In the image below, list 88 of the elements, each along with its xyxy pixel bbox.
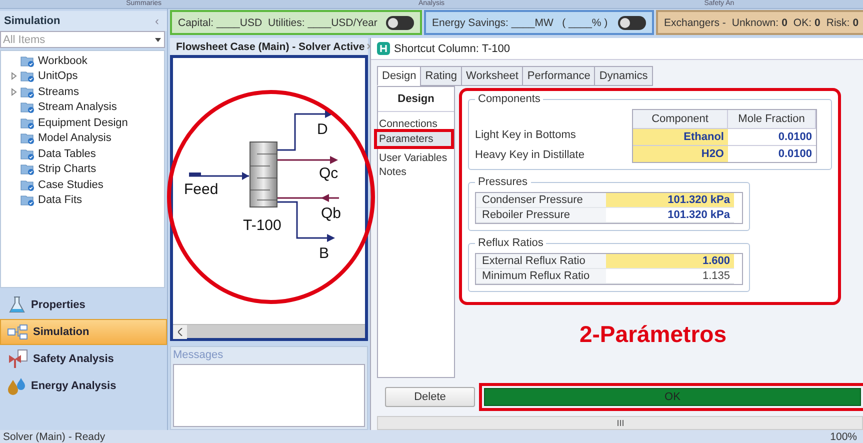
folder-icon: [20, 70, 35, 82]
tree-item[interactable]: Stream Analysis: [38, 101, 117, 114]
tree-item[interactable]: Data Fits: [38, 194, 82, 206]
table-cell[interactable]: H2O: [633, 145, 728, 162]
nav-item[interactable]: User Variables: [374, 149, 454, 163]
section-button[interactable]: Simulation: [0, 319, 167, 345]
folder-icon: [20, 86, 35, 98]
flask-icon: [7, 295, 27, 315]
folder-icon: [20, 54, 35, 67]
section-button[interactable]: Energy Analysis: [0, 373, 167, 399]
row-label: Condenser Pressure: [476, 193, 606, 208]
toggle-switch[interactable]: [618, 16, 646, 30]
unit-label: T-100: [243, 217, 282, 234]
column-header: Mole Fraction: [728, 110, 816, 128]
navigator-title: Simulation: [4, 15, 60, 27]
tree-item[interactable]: Model Analysis: [38, 132, 112, 144]
distillate-arrow: [277, 110, 333, 151]
group-title: Components: [477, 93, 542, 105]
tree-item[interactable]: UnitOps: [38, 70, 78, 82]
horizontal-scrollbar[interactable]: [173, 324, 365, 338]
folder-icon: [20, 194, 35, 206]
tree-item[interactable]: Workbook: [38, 54, 88, 67]
folder-icon: [20, 101, 35, 114]
nav-title: Design: [378, 91, 454, 112]
scroll-left-icon[interactable]: [178, 328, 182, 336]
folder-icon: [20, 148, 35, 160]
dialog-tab[interactable]: Worksheet: [461, 66, 524, 86]
flowchart-icon: [7, 324, 29, 340]
tree-item[interactable]: Strip Charts: [38, 163, 96, 176]
row-label: Reboiler Pressure: [476, 208, 606, 223]
valve-icon: [7, 349, 29, 369]
section-button[interactable]: Properties: [0, 292, 167, 318]
utilities-label: Utilities: ____USD/Year: [268, 16, 378, 28]
stream-label: Feed: [184, 181, 218, 198]
group-title: Reflux Ratios: [477, 237, 544, 249]
folder-icon: [20, 178, 35, 191]
group-title: Pressures: [477, 176, 529, 188]
dialog-title: Shortcut Column: T-100: [394, 42, 510, 54]
row-label: Heavy Key in Distillate: [475, 149, 584, 161]
annotation-label: 2-Parámetros: [579, 321, 727, 348]
column-drawing: [250, 142, 278, 208]
folder-icon: [20, 163, 35, 176]
row-label: External Reflux Ratio: [476, 254, 606, 269]
nav-item[interactable]: Connections: [374, 115, 454, 129]
row-label: Minimum Reflux Ratio: [476, 269, 606, 284]
table-cell[interactable]: Ethanol: [633, 128, 728, 145]
messages-title: Messages: [173, 349, 224, 361]
nav-item[interactable]: Parameters: [374, 129, 454, 149]
grip-icon[interactable]: [616, 420, 624, 426]
tree-item[interactable]: Equipment Design: [38, 116, 128, 129]
value-cell[interactable]: 101.320 kPa: [606, 208, 734, 223]
dialog-tab[interactable]: Design: [377, 66, 422, 86]
zoom-level: 100%: [830, 430, 857, 442]
folder-icon: [20, 132, 35, 144]
stream-label: Qb: [321, 205, 342, 222]
delete-button[interactable]: Delete: [385, 387, 475, 407]
stream-label: Qc: [319, 165, 338, 182]
feed-arrow: [189, 172, 249, 180]
condenser-duty-arrow: [277, 156, 338, 164]
reboiler-duty-arrow: [277, 194, 339, 202]
energy-savings-label: Energy Savings: ____MW ( ____% ): [432, 16, 608, 28]
tree-item[interactable]: Data Tables: [38, 148, 96, 160]
flowsheet-tab-title: Flowsheet Case (Main) - Solver Active: [176, 40, 365, 52]
horizontal-scrollbar[interactable]: [377, 416, 863, 430]
nav-item[interactable]: Notes: [374, 163, 454, 177]
app-icon: [377, 42, 390, 55]
drops-icon: [7, 376, 27, 396]
column-header: Component: [633, 110, 728, 128]
dialog-tab[interactable]: Rating: [420, 66, 462, 86]
exchangers-label: Exchangers -: [664, 16, 726, 28]
tree-item[interactable]: Case Studies: [38, 178, 104, 191]
dialog-tab[interactable]: Dynamics: [594, 66, 653, 86]
capital-label: Capital: ____USD: [178, 16, 262, 28]
stream-label: B: [319, 245, 330, 262]
toggle-switch[interactable]: [386, 16, 414, 30]
value-cell[interactable]: 101.320 kPa: [606, 193, 734, 208]
exchanger-count: Risk: 0: [826, 16, 859, 28]
status-text: Solver (Main) - Ready: [3, 430, 106, 442]
stream-label: D: [317, 121, 328, 138]
exchanger-count: Unknown: 0: [732, 16, 788, 28]
section-button[interactable]: Safety Analysis: [0, 346, 167, 372]
value-cell[interactable]: 1.600: [606, 254, 734, 269]
exchanger-count: OK: 0: [793, 16, 820, 28]
folder-icon: [20, 116, 35, 129]
row-label: Light Key in Bottoms: [475, 129, 577, 141]
tree-item[interactable]: Streams: [38, 86, 79, 98]
dialog-tab[interactable]: Performance: [522, 66, 596, 86]
value-cell[interactable]: 1.135: [606, 269, 734, 284]
